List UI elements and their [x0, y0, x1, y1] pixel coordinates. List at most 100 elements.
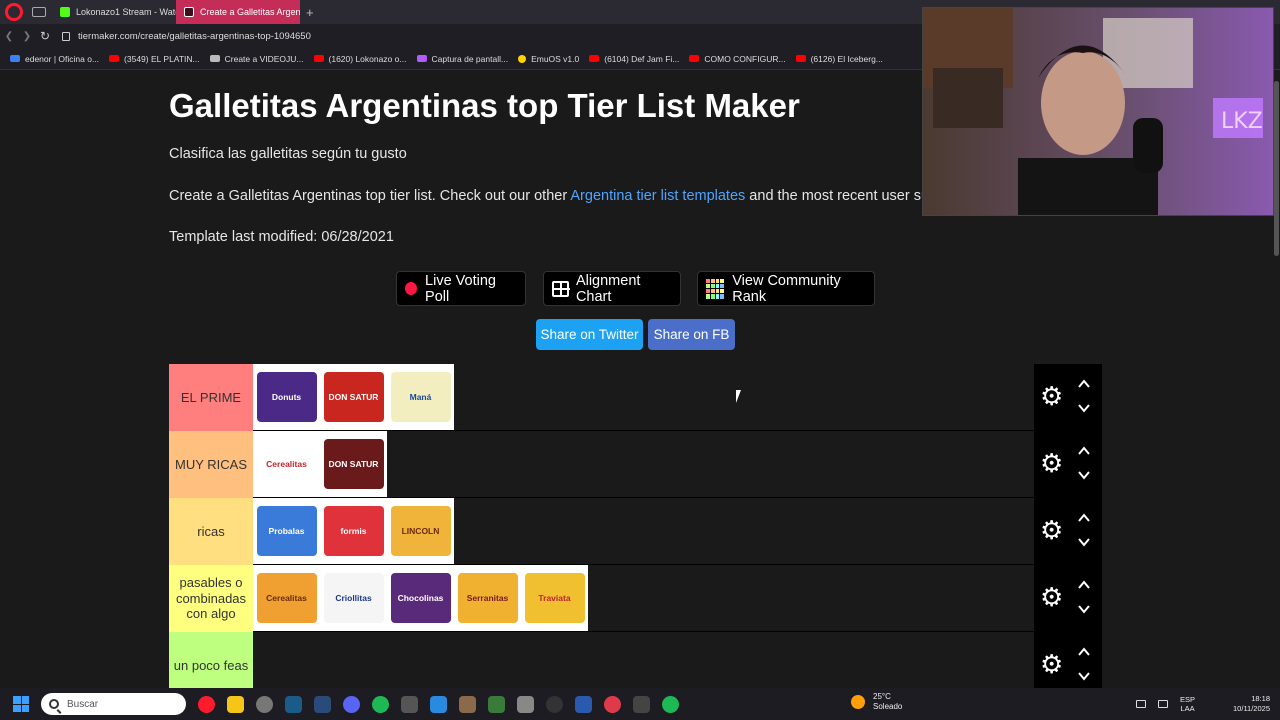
reload-icon[interactable]: ↻: [36, 29, 54, 43]
tab-title: Create a Galletitas Argent: [200, 7, 300, 17]
tier-controls: ⚙: [1034, 565, 1102, 632]
bookmark-item[interactable]: Create a VIDEOJU...: [209, 54, 304, 64]
tab-lokonazo-stream[interactable]: Lokonazo1 Stream - Watc: [52, 0, 176, 24]
tier-item-cookie[interactable]: DON SATUR: [320, 364, 387, 430]
chevron-up-icon[interactable]: [1077, 511, 1091, 525]
bookmark-item[interactable]: EmuOS v1.0: [518, 54, 579, 64]
tier-item-cookie[interactable]: LINCOLN: [387, 498, 454, 564]
chevron-up-icon[interactable]: [1077, 578, 1091, 592]
weather-widget[interactable]: 25°C Soleado: [851, 692, 902, 711]
youtube-icon: [313, 55, 324, 62]
tab-tiermaker[interactable]: Create a Galletitas Argent: [176, 0, 300, 24]
tier-item-cookie[interactable]: Cerealitas: [253, 431, 320, 497]
tier-items-area[interactable]: Cerealitas Criollitas Chocolinas Serranitas…: [253, 565, 1034, 631]
bookmark-item[interactable]: (6104) Def Jam Fi...: [589, 54, 679, 64]
tier-label[interactable]: ricas: [169, 498, 253, 565]
url-field[interactable]: tiermaker.com/create/galletitas-argentin…: [78, 31, 311, 42]
bookmark-item[interactable]: COMO CONFIGUR...: [689, 54, 786, 64]
spotify-icon[interactable]: [662, 695, 679, 713]
tier-items-area[interactable]: [253, 632, 1034, 688]
gear-icon[interactable]: ⚙: [1040, 517, 1063, 543]
tier-item-cookie[interactable]: Serranitas: [454, 565, 521, 631]
forward-icon[interactable]: ❯: [18, 31, 36, 42]
taskbar-search-input[interactable]: Buscar: [41, 693, 186, 715]
notepad-icon[interactable]: [430, 695, 447, 713]
discord-icon[interactable]: [343, 695, 360, 713]
back-icon[interactable]: ❮: [0, 31, 18, 42]
tier-label[interactable]: pasables o combinadas con algo: [169, 565, 253, 632]
steam-icon[interactable]: [285, 695, 302, 713]
tab-manager-icon[interactable]: [32, 7, 46, 17]
chevron-up-icon[interactable]: [1077, 645, 1091, 659]
app-icon[interactable]: [517, 695, 534, 713]
app-icon[interactable]: [488, 695, 505, 713]
tier-item-cookie[interactable]: Cerealitas: [253, 565, 320, 631]
new-tab-button[interactable]: +: [306, 5, 314, 20]
opera-logo-icon[interactable]: [5, 3, 23, 21]
bookmark-item[interactable]: (3549) EL PLATIN...: [109, 54, 200, 64]
app-icon[interactable]: [256, 695, 273, 713]
page-description: Create a Galletitas Argentinas top tier …: [169, 188, 938, 204]
opera-gx-icon[interactable]: [198, 695, 215, 713]
tier-item-cookie[interactable]: Maná: [387, 364, 454, 430]
app-icon[interactable]: [401, 695, 418, 713]
tier-item-cookie[interactable]: Criollitas: [320, 565, 387, 631]
page-subtitle: Clasifica las galletitas según tu gusto: [169, 146, 407, 162]
tier-item-cookie[interactable]: Donuts: [253, 364, 320, 430]
cookie-package-image: Chocolinas: [390, 573, 451, 623]
pen-icon: [416, 55, 427, 62]
tier-row: pasables o combinadas con algo Cerealitas…: [169, 565, 1102, 632]
alignment-chart-button[interactable]: Alignment Chart: [543, 271, 681, 306]
bookmark-item[interactable]: edenor | Oficina o...: [10, 54, 99, 64]
gear-icon[interactable]: ⚙: [1040, 450, 1063, 476]
argentina-templates-link[interactable]: Argentina tier list templates: [570, 188, 745, 204]
gear-icon[interactable]: ⚙: [1040, 383, 1063, 409]
chevron-down-icon[interactable]: [1077, 401, 1091, 415]
tier-item-cookie[interactable]: Probalas: [253, 498, 320, 564]
app-icon[interactable]: [314, 695, 331, 713]
windows-start-icon[interactable]: [13, 696, 29, 712]
emuos-icon: [518, 54, 527, 63]
share-twitter-button[interactable]: Share on Twitter: [536, 319, 643, 350]
streamer-webcam: LKZ: [922, 7, 1274, 216]
chevron-up-icon[interactable]: [1077, 444, 1091, 458]
bookmark-item[interactable]: Captura de pantall...: [416, 54, 508, 64]
tier-item-cookie[interactable]: Traviata: [521, 565, 588, 631]
chevron-down-icon[interactable]: [1077, 468, 1091, 482]
chevron-down-icon[interactable]: [1077, 602, 1091, 616]
chevron-up-icon[interactable]: [1077, 377, 1091, 391]
gear-icon[interactable]: ⚙: [1040, 651, 1063, 677]
tier-items-area[interactable]: Probalas formis LINCOLN: [253, 498, 1034, 564]
share-fb-button[interactable]: Share on FB: [648, 319, 735, 350]
chevron-down-icon[interactable]: [1077, 535, 1091, 549]
file-explorer-icon[interactable]: [227, 695, 244, 713]
app-icon[interactable]: [546, 695, 563, 713]
tier-items-area[interactable]: Cerealitas DON SATUR: [253, 431, 1034, 497]
bookmark-item[interactable]: (6126) El Iceberg...: [795, 54, 883, 64]
app-icon[interactable]: [633, 695, 650, 713]
volume-icon[interactable]: [1158, 700, 1168, 708]
search-icon: [49, 699, 59, 709]
tier-item-cookie[interactable]: Chocolinas: [387, 565, 454, 631]
cookie-package-image: Donuts: [256, 372, 317, 422]
gear-icon[interactable]: ⚙: [1040, 584, 1063, 610]
tier-items-area[interactable]: Donuts DON SATUR Maná: [253, 364, 1034, 430]
bitwarden-icon[interactable]: [575, 695, 592, 713]
scrollbar-thumb[interactable]: [1274, 81, 1279, 256]
language-indicator[interactable]: ESP LAA: [1180, 695, 1195, 714]
bookmark-item[interactable]: (1620) Lokonazo o...: [313, 54, 407, 64]
chevron-down-icon[interactable]: [1077, 669, 1091, 683]
network-icon[interactable]: [1136, 700, 1146, 708]
tier-controls: ⚙: [1034, 431, 1102, 498]
view-community-rank-button[interactable]: View Community Rank: [697, 271, 875, 306]
app-icon[interactable]: [459, 695, 476, 713]
live-voting-poll-button[interactable]: Live Voting Poll: [396, 271, 526, 306]
spotify-icon[interactable]: [372, 695, 389, 713]
clock[interactable]: 18:18 10/11/2025: [1233, 694, 1270, 714]
tier-label[interactable]: EL PRIME: [169, 364, 253, 431]
tier-label[interactable]: un poco feas: [169, 632, 253, 688]
tier-label[interactable]: MUY RICAS: [169, 431, 253, 498]
app-icon[interactable]: [604, 695, 621, 713]
tier-item-cookie[interactable]: DON SATUR: [320, 431, 387, 497]
tier-item-cookie[interactable]: formis: [320, 498, 387, 564]
